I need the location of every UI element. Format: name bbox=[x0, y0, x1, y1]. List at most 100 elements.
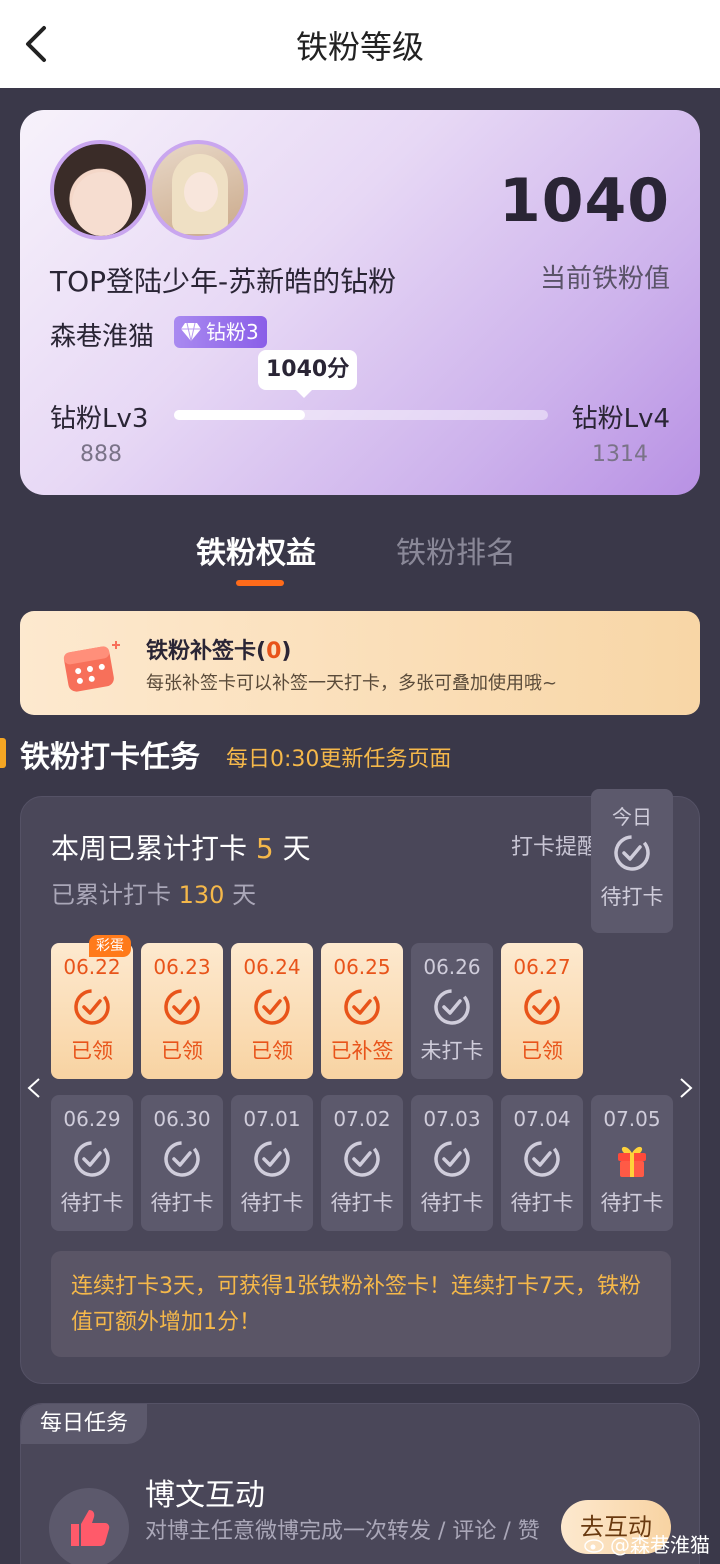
level-progress-fill bbox=[174, 410, 305, 420]
check-circle-icon bbox=[612, 833, 652, 873]
check-circle-icon bbox=[162, 1139, 202, 1179]
week-checkin-summary: 本周已累计打卡 5 天 bbox=[51, 832, 311, 865]
checkin-day-date: 07.04 bbox=[513, 1107, 571, 1131]
check-circle-icon bbox=[432, 1139, 472, 1179]
makeup-card-desc: 每张补签卡可以补签一天打卡，多张可叠加使用哦~ bbox=[146, 673, 558, 694]
current-level-threshold: 888 bbox=[80, 442, 122, 467]
checkin-day-status: 待打卡 bbox=[60, 1191, 124, 1215]
check-circle-icon bbox=[342, 1139, 382, 1179]
checkin-panel: 本周已累计打卡 5 天 已累计打卡 130 天 打卡提醒 06.22 已领 彩蛋 06… bbox=[20, 789, 700, 1384]
watermark: @森巷淮猫 bbox=[584, 1529, 710, 1558]
active-tab-indicator bbox=[236, 580, 284, 586]
check-circle-icon bbox=[522, 1139, 562, 1179]
checkin-day-tile[interactable]: 06.22 已领 彩蛋 bbox=[51, 935, 133, 1079]
checkin-day-date: 07.01 bbox=[243, 1107, 301, 1131]
makeup-card-title: 铁粉补签卡(0) bbox=[146, 639, 292, 664]
thumbs-up-icon bbox=[49, 1488, 129, 1564]
checkin-day-date: 07.03 bbox=[423, 1107, 481, 1131]
calendar-icon bbox=[63, 641, 120, 692]
checkin-day-tile[interactable]: 07.05 待打卡 bbox=[591, 1095, 673, 1231]
checkin-day-tile[interactable]: 今日 待打卡 bbox=[591, 789, 673, 933]
next-level-label: 钻粉Lv4 bbox=[571, 404, 670, 434]
current-level-label: 钻粉Lv3 bbox=[50, 404, 149, 434]
section-title: 铁粉打卡任务 bbox=[20, 740, 200, 775]
checkin-day-tile[interactable]: 06.25 已补签 bbox=[321, 943, 403, 1079]
checkin-day-tile[interactable]: 07.02 待打卡 bbox=[321, 1095, 403, 1231]
check-circle-icon bbox=[252, 987, 292, 1027]
level-badge-label: 钻粉3 bbox=[206, 320, 259, 344]
prev-week-arrow-icon[interactable] bbox=[23, 1075, 45, 1101]
tab-fan-benefits[interactable]: 铁粉权益 bbox=[196, 528, 316, 572]
checkin-day-status: 待打卡 bbox=[600, 885, 664, 909]
checkin-day-status: 待打卡 bbox=[240, 1191, 304, 1215]
check-circle-icon bbox=[522, 987, 562, 1027]
check-circle-icon bbox=[342, 987, 382, 1027]
checkin-day-tile[interactable]: 06.24 已领 bbox=[231, 943, 313, 1079]
checkin-day-date: 07.05 bbox=[603, 1107, 661, 1131]
page-title: 铁粉等级 bbox=[295, 28, 424, 66]
tab-bar: 铁粉权益 铁粉排名 bbox=[0, 520, 720, 590]
tab-fan-ranking[interactable]: 铁粉排名 bbox=[396, 528, 516, 572]
user-name: 森巷淮猫 bbox=[50, 322, 155, 352]
checkin-day-status: 待打卡 bbox=[150, 1191, 214, 1215]
fan-score: 1040 bbox=[499, 166, 670, 236]
easter-egg-tag: 彩蛋 bbox=[89, 935, 131, 957]
checkin-tip: 连续打卡3天，可获得1张铁粉补签卡！连续打卡7天，铁粉值可额外增加1分！ bbox=[51, 1251, 671, 1357]
checkin-day-status: 待打卡 bbox=[420, 1191, 484, 1215]
checkin-day-tile[interactable]: 07.04 待打卡 bbox=[501, 1095, 583, 1231]
check-circle-icon bbox=[432, 987, 472, 1027]
checkin-day-status: 待打卡 bbox=[510, 1191, 574, 1215]
checkin-day-tile[interactable]: 06.29 待打卡 bbox=[51, 1095, 133, 1231]
checkin-day-tile[interactable]: 07.03 待打卡 bbox=[411, 1095, 493, 1231]
task-title: 博文互动 bbox=[145, 1478, 265, 1513]
next-week-arrow-icon[interactable] bbox=[675, 1075, 697, 1101]
makeup-card-count: 0 bbox=[266, 639, 282, 664]
checkin-day-status: 已补签 bbox=[330, 1039, 394, 1063]
fan-level-card: 1040 当前铁粉值 TOP登陆少年-苏新皓的钻粉 森巷淮猫 钻粉3 1040分… bbox=[20, 110, 700, 495]
checkin-day-status: 已领 bbox=[71, 1039, 113, 1063]
checkin-day-status: 未打卡 bbox=[420, 1039, 484, 1063]
idol-avatar bbox=[148, 140, 248, 240]
checkin-day-status: 待打卡 bbox=[330, 1191, 394, 1215]
checkin-day-tile[interactable]: 06.30 待打卡 bbox=[141, 1095, 223, 1231]
checkin-day-date: 今日 bbox=[612, 805, 652, 829]
checkin-day-date: 06.25 bbox=[333, 955, 391, 979]
checkin-day-date: 07.02 bbox=[333, 1107, 391, 1131]
check-circle-icon bbox=[72, 1139, 112, 1179]
next-level-threshold: 1314 bbox=[592, 442, 648, 467]
week-checkin-count: 5 bbox=[255, 832, 274, 865]
gift-icon bbox=[612, 1139, 652, 1179]
section-accent-bar bbox=[0, 738, 6, 768]
total-checkin-count: 130 bbox=[178, 881, 225, 909]
daily-task-tag: 每日任务 bbox=[21, 1404, 147, 1444]
checkin-day-tile[interactable]: 06.23 已领 bbox=[141, 943, 223, 1079]
check-circle-icon bbox=[72, 987, 112, 1027]
makeup-card-banner[interactable]: 铁粉补签卡(0) 每张补签卡可以补签一天打卡，多张可叠加使用哦~ bbox=[20, 611, 700, 715]
checkin-day-tile[interactable]: 06.27 已领 bbox=[501, 943, 583, 1079]
checkin-day-date: 06.29 bbox=[63, 1107, 121, 1131]
section-subtitle: 每日0:30更新任务页面 bbox=[226, 747, 452, 772]
check-circle-icon bbox=[252, 1139, 292, 1179]
checkin-day-date: 06.22 bbox=[63, 955, 121, 979]
checkin-day-date: 06.23 bbox=[153, 955, 211, 979]
level-badge: 钻粉3 bbox=[174, 316, 267, 348]
total-checkin-summary: 已累计打卡 130 天 bbox=[51, 881, 257, 909]
reminder-label: 打卡提醒 bbox=[511, 835, 600, 860]
fan-score-label: 当前铁粉值 bbox=[539, 264, 670, 294]
weibo-icon bbox=[584, 1538, 604, 1553]
check-circle-icon bbox=[162, 987, 202, 1027]
score-bubble: 1040分 bbox=[258, 350, 358, 398]
checkin-day-status: 待打卡 bbox=[600, 1191, 664, 1215]
checkin-day-date: 06.27 bbox=[513, 955, 571, 979]
checkin-day-date: 06.24 bbox=[243, 955, 301, 979]
task-description: 对博主任意微博完成一次转发 / 评论 / 赞 bbox=[145, 1519, 540, 1544]
top-bar: 铁粉等级 bbox=[0, 0, 720, 88]
checkin-day-tile[interactable]: 06.26 未打卡 bbox=[411, 943, 493, 1079]
checkin-day-status: 已领 bbox=[521, 1039, 563, 1063]
checkin-day-date: 06.26 bbox=[423, 955, 481, 979]
checkin-day-tile[interactable]: 07.01 待打卡 bbox=[231, 1095, 313, 1231]
checkin-day-status: 已领 bbox=[161, 1039, 203, 1063]
checkin-day-status: 已领 bbox=[251, 1039, 293, 1063]
fan-group-name: TOP登陆少年-苏新皓的钻粉 bbox=[50, 265, 397, 298]
checkin-day-date: 06.30 bbox=[153, 1107, 211, 1131]
